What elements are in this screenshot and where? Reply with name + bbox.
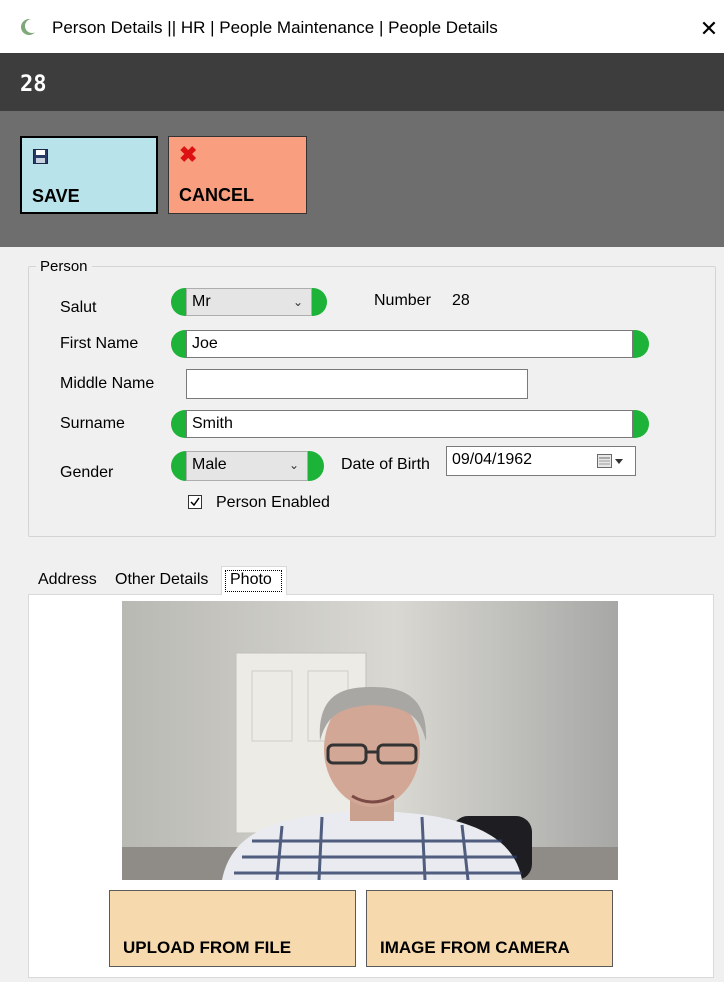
record-number-heading: 28 [20, 72, 47, 97]
date-of-birth-picker[interactable]: 09/04/1962 [446, 446, 636, 476]
salutation-value: Mr [192, 293, 211, 310]
checkmark-icon [190, 497, 200, 507]
salutation-dropdown[interactable]: Mr ⌄ [186, 288, 312, 316]
cancel-x-icon: ✖ [179, 142, 198, 167]
save-button[interactable]: SAVE [20, 136, 158, 214]
calendar-dropdown-icon[interactable] [597, 454, 627, 468]
upload-from-file-button[interactable]: UPLOAD FROM FILE [109, 890, 356, 967]
tab-photo[interactable]: Photo [221, 566, 287, 595]
image-from-camera-button[interactable]: IMAGE FROM CAMERA [366, 890, 613, 967]
chevron-down-icon: ⌄ [292, 295, 303, 309]
save-button-label: SAVE [32, 186, 80, 206]
date-of-birth-value: 09/04/1962 [452, 451, 533, 468]
middle-name-field[interactable] [186, 369, 528, 399]
gender-dropdown[interactable]: Male ⌄ [186, 451, 308, 481]
first-name-value: Joe [192, 335, 218, 352]
chevron-down-icon: ⌄ [288, 458, 299, 472]
tab-address[interactable]: Address [38, 567, 97, 593]
person-group-title: Person [36, 258, 92, 275]
person-enabled-label: Person Enabled [216, 494, 330, 511]
number-value: 28 [452, 292, 470, 309]
surname-label: Surname [60, 415, 125, 432]
person-photo [122, 601, 618, 880]
surname-field[interactable]: Smith [186, 410, 633, 438]
crescent-moon-icon [21, 19, 38, 35]
floppy-disk-icon [33, 149, 48, 164]
gender-value: Male [192, 456, 227, 473]
gender-label: Gender [60, 464, 114, 481]
first-name-label: First Name [60, 335, 139, 352]
window-title: Person Details || HR | People Maintenanc… [52, 18, 498, 37]
tab-photo-label: Photo [230, 571, 272, 588]
date-of-birth-label: Date of Birth [341, 456, 430, 473]
cancel-button[interactable]: ✖ CANCEL [168, 136, 307, 214]
upload-from-file-label: UPLOAD FROM FILE [123, 938, 292, 957]
tab-other-details[interactable]: Other Details [115, 567, 208, 593]
middle-name-label: Middle Name [60, 375, 155, 392]
person-enabled-checkbox[interactable] [188, 495, 202, 509]
first-name-field[interactable]: Joe [186, 330, 633, 358]
salutation-label: Salut [60, 299, 97, 316]
number-label: Number [374, 292, 431, 309]
person-groupbox [28, 266, 716, 537]
record-header-bar [0, 53, 724, 111]
image-from-camera-label: IMAGE FROM CAMERA [380, 938, 570, 957]
surname-value: Smith [192, 415, 233, 432]
cancel-button-label: CANCEL [179, 185, 254, 205]
close-window-button[interactable]: ✕ [694, 14, 724, 44]
